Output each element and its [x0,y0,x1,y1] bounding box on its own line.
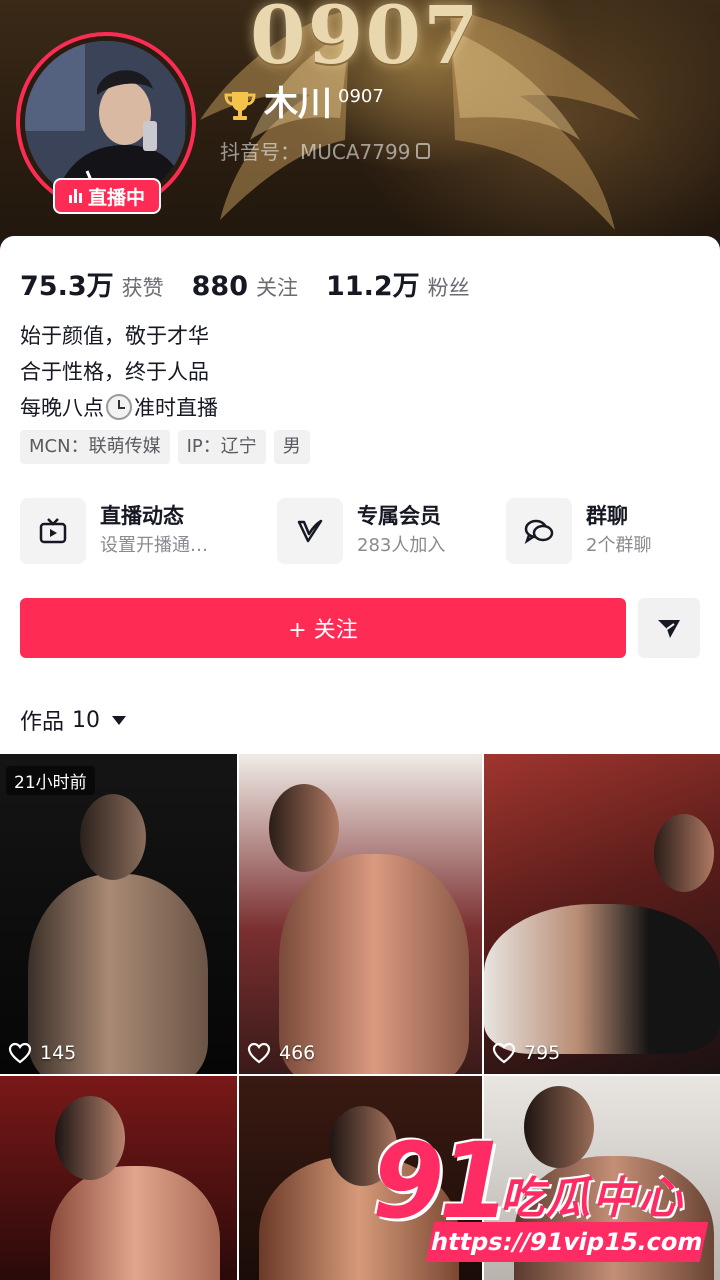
feature-group-chat-subtitle: 2个群聊 [586,535,652,556]
stat-followers-label: 粉丝 [427,276,470,300]
copy-icon[interactable] [416,142,431,159]
video-likes-count: 145 [40,1042,77,1064]
tag-ip: IP：辽宁 [177,430,266,464]
feature-group-chat-title: 群聊 [586,504,628,528]
feature-membership-title: 专属会员 [357,504,441,528]
heart-icon [247,1042,271,1064]
live-bars-icon [68,189,82,203]
douyin-id-text: 抖音号：MUCA7799 [220,140,411,164]
tag-gender: 男 [273,430,310,464]
bio-line-3: 每晚八点 准时直播 [20,390,218,426]
heart-icon [8,1042,32,1064]
nickname: 木川 [264,84,332,124]
bio-line-3-end: 准时直播 [134,396,218,420]
stats-row: 75.3万 获赞 880 关注 11.2万 粉丝 [20,264,498,303]
live-badge-label: 直播中 [87,186,145,209]
nickname-row: 木川 0907 [222,84,384,124]
video-tile-2[interactable]: 466 [239,754,482,1074]
feature-membership-subtitle: 283人加入 [357,535,446,556]
vip-v-icon [297,519,323,543]
video-likes: 145 [8,1042,76,1064]
video-tile-3[interactable]: 795 [484,754,720,1074]
nickname-suffix: 0907 [338,86,384,107]
stat-following[interactable]: 880 关注 [192,271,298,302]
chat-bubbles-icon [524,519,554,545]
bio: 始于颜值，敬于才华 合于性格，终于人品 每晚八点 准时直播 [20,318,218,426]
works-tab-label: 作品 [20,710,65,735]
feature-group-chat[interactable]: 群聊 2个群聊 [506,498,651,564]
avatar-portrait [25,41,185,202]
works-tab[interactable]: 作品 10 [20,704,127,736]
feature-live-updates-title: 直播动态 [100,504,184,528]
clock-icon [106,394,132,420]
follow-button[interactable]: + 关注 [20,598,626,658]
bio-line-1: 始于颜值，敬于才华 [20,324,209,348]
heart-icon [492,1042,516,1064]
post-time-badge: 21小时前 [6,766,95,795]
feature-live-updates-subtitle: 设置开播通… [100,535,208,556]
send-arrow-icon [658,620,680,638]
tag-list: MCN：联萌传媒 IP：辽宁 男 [20,430,310,464]
trophy-icon [224,92,256,120]
watermark-title: 吃瓜中心 [500,1173,684,1224]
video-likes-count: 795 [524,1042,561,1064]
video-likes: 795 [492,1042,560,1064]
feature-membership[interactable]: 专属会员 283人加入 [277,498,445,564]
dropdown-triangle-icon [112,715,127,725]
stat-following-number: 880 [191,271,248,302]
site-watermark: 91 吃瓜中心 https://91vip15.com [372,1120,712,1268]
video-tile-1[interactable]: 21小时前 145 [0,754,237,1074]
profile-card: 75.3万 获赞 880 关注 11.2万 粉丝 始于颜值，敬于才华 合于性格，… [0,236,720,756]
tag-mcn[interactable]: MCN：联萌传媒 [20,430,170,464]
video-likes-count: 466 [279,1042,316,1064]
stat-followers[interactable]: 11.2万 粉丝 [326,264,470,303]
banner-number: 0907 [250,0,481,82]
follow-button-label: + 关注 [288,618,358,643]
bio-line-2: 合于性格，终于人品 [20,360,209,384]
stat-following-label: 关注 [256,276,298,300]
stat-likes[interactable]: 75.3万 获赞 [20,264,164,303]
stat-likes-label: 获赞 [121,276,164,300]
share-button[interactable] [638,598,700,658]
feature-live-updates[interactable]: 直播动态 设置开播通… [20,498,208,564]
works-tab-count: 10 [72,707,101,733]
video-tile-4[interactable] [0,1076,237,1280]
tv-icon [39,518,67,544]
watermark-url: https://91vip15.com [425,1222,709,1262]
live-status-badge[interactable]: 直播中 [53,178,161,214]
stat-likes-number: 75.3万 [20,271,114,302]
stat-followers-number: 11.2万 [326,271,420,302]
video-likes: 466 [247,1042,315,1064]
bio-line-3-start: 每晚八点 [20,396,104,420]
douyin-id[interactable]: 抖音号：MUCA7799 [220,136,431,165]
feature-entries: 直播动态 设置开播通… 专属会员 283人加入 群聊 2个群聊 [20,498,710,568]
